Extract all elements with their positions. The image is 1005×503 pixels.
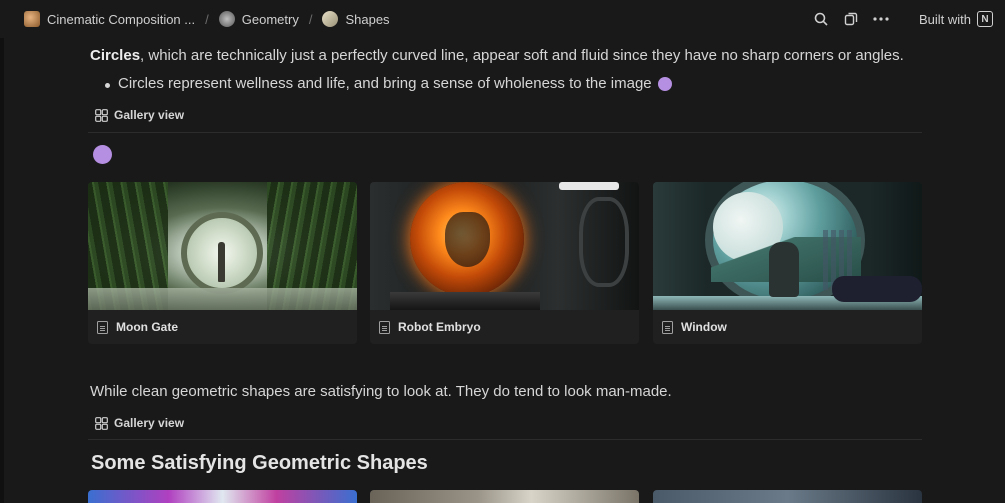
card-title: Moon Gate [88, 310, 357, 344]
gallery-view-tab[interactable]: Gallery view [95, 416, 184, 430]
bullet-text: Circles represent wellness and life, and… [118, 75, 652, 92]
card-image [88, 182, 357, 310]
gallery-card-partial[interactable] [370, 490, 639, 503]
page-icon [379, 320, 390, 334]
paragraph-geometric: While clean geometric shapes are satisfy… [90, 383, 672, 400]
divider [88, 132, 922, 133]
card-image [370, 182, 639, 310]
card-title-text: Moon Gate [116, 320, 178, 334]
gallery-card-robot-embryo[interactable]: Robot Embryo [370, 182, 639, 344]
paragraph-text: , which are technically just a perfectly… [140, 47, 904, 64]
page-icon [97, 320, 108, 334]
purple-circle-icon [93, 145, 112, 164]
search-icon[interactable] [813, 11, 829, 27]
built-with-label: Built with [918, 11, 971, 27]
breadcrumb-item-shapes[interactable]: Shapes [318, 9, 393, 29]
breadcrumb-item-geometry[interactable]: Geometry [215, 9, 303, 29]
breadcrumb-item-cinematic[interactable]: Cinematic Composition ... [20, 9, 199, 29]
card-title-text: Robot Embryo [398, 320, 481, 334]
bold-term: Circles [90, 47, 141, 64]
top-bar: Cinematic Composition ... / Geometry / S… [0, 0, 1005, 38]
card-title-text: Window [681, 320, 727, 334]
gallery-view-label: Gallery view [114, 416, 185, 430]
shapes-thumbnail-icon [322, 11, 339, 27]
breadcrumb-separator: / [205, 11, 209, 27]
card-image [653, 182, 922, 310]
more-options-icon[interactable] [873, 11, 889, 27]
card-title: Window [653, 310, 922, 344]
sphere-thumbnail-icon [218, 11, 235, 27]
gallery-card-moon-gate[interactable]: Moon Gate [88, 182, 357, 344]
gallery-card-partial[interactable] [653, 490, 922, 503]
purple-circle-icon [657, 76, 672, 91]
breadcrumb: Cinematic Composition ... / Geometry / S… [20, 9, 394, 29]
built-with-badge[interactable]: Built with N [919, 11, 993, 27]
gallery-view-label: Gallery view [114, 108, 185, 122]
duplicate-icon[interactable] [843, 11, 859, 27]
gallery-card-window[interactable]: Window [653, 182, 922, 344]
notion-logo-icon: N [977, 11, 993, 27]
breadcrumb-label: Shapes [345, 11, 390, 27]
section-heading: Some Satisfying Geometric Shapes [91, 452, 428, 474]
card-title: Robot Embryo [370, 310, 639, 344]
page-thumbnail-icon [24, 11, 40, 27]
breadcrumb-separator: / [308, 11, 313, 27]
breadcrumb-label: Geometry [241, 11, 299, 27]
divider [88, 439, 922, 440]
window-edge [0, 0, 4, 503]
page-icon [662, 320, 673, 334]
breadcrumb-label: Cinematic Composition ... [47, 11, 196, 27]
bullet-item: Circles represent wellness and life, and… [105, 75, 672, 92]
paragraph-circles: Circles, which are technically just a pe… [90, 47, 904, 64]
gallery-grid-icon [95, 416, 108, 430]
top-actions: Built with N [813, 11, 993, 27]
gallery-grid-icon [95, 108, 108, 122]
gallery-card-partial[interactable] [88, 490, 357, 503]
gallery-view-tab[interactable]: Gallery view [95, 108, 184, 122]
